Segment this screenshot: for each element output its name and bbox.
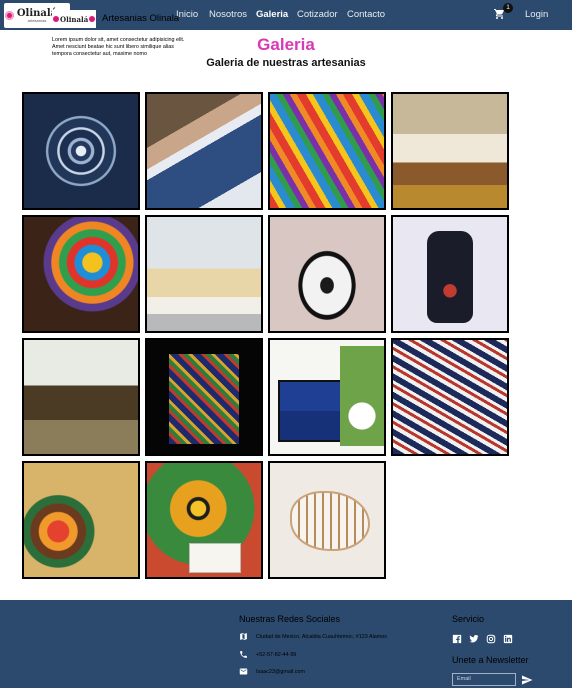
newsletter-heading: Unete a Newsletter xyxy=(452,655,529,665)
email-row: Isaac23@gmail.com xyxy=(239,667,305,676)
flower-icon xyxy=(5,11,14,20)
footer-description: Lorem ipsum dolor sit, amet consectetur … xyxy=(52,37,185,58)
flower-icon xyxy=(89,16,96,22)
gallery-item-3[interactable] xyxy=(268,92,386,210)
cart-count-badge: 1 xyxy=(503,3,513,13)
flower-icon xyxy=(53,16,59,22)
gallery-item-15[interactable] xyxy=(268,461,386,579)
gallery-item-7[interactable] xyxy=(268,215,386,333)
footer-brand: Artesanias Olinala xyxy=(102,13,180,24)
gallery-item-2[interactable] xyxy=(145,92,263,210)
blue-box xyxy=(278,380,348,442)
mail-icon xyxy=(239,668,248,675)
phone-text: +52-57-82-44-99 xyxy=(256,651,297,658)
bottle-shape xyxy=(427,231,473,323)
footer-logo[interactable]: Olinalá xyxy=(52,10,96,28)
email-text: Isaac23@gmail.com xyxy=(256,668,305,675)
newsletter-email-input[interactable]: Email xyxy=(452,673,516,686)
service-heading: Servicio xyxy=(452,614,485,624)
login-link[interactable]: Login xyxy=(525,9,548,20)
gallery-item-9[interactable] xyxy=(22,338,140,456)
facebook-icon[interactable] xyxy=(452,631,462,644)
map-icon xyxy=(240,633,247,640)
gallery-item-1[interactable] xyxy=(22,92,140,210)
nav-link-galeria[interactable]: Galeria xyxy=(256,9,288,20)
painted-panel xyxy=(169,354,239,444)
page-subtitle: Galeria de nuestras artesanias xyxy=(206,57,366,69)
gallery-item-8[interactable] xyxy=(391,215,509,333)
send-icon[interactable] xyxy=(521,674,533,686)
gallery-item-14[interactable] xyxy=(145,461,263,579)
nav-link-inicio[interactable]: Inicio xyxy=(176,9,198,20)
gallery-item-12[interactable] xyxy=(391,338,509,456)
nav-link-contacto[interactable]: Contacto xyxy=(347,9,385,20)
gallery-item-11[interactable] xyxy=(268,338,386,456)
footer-logo-title: Olinalá xyxy=(60,14,89,24)
gallery-item-13[interactable] xyxy=(22,461,140,579)
social-icons xyxy=(452,631,513,644)
linkedin-icon[interactable] xyxy=(503,631,513,644)
white-box xyxy=(189,543,241,573)
twitter-icon[interactable] xyxy=(469,631,479,643)
address-row: Ciudad de Mexico, Alcaldia Cuauhtemoc, #… xyxy=(239,632,387,641)
phone-icon xyxy=(240,651,247,658)
phone-row: +52-57-82-44-99 xyxy=(239,650,296,659)
gallery-item-5[interactable] xyxy=(22,215,140,333)
flowers xyxy=(340,346,384,446)
nav-link-cotizador[interactable]: Cotizador xyxy=(297,9,338,20)
instagram-icon[interactable] xyxy=(486,631,496,644)
gallery-item-10[interactable] xyxy=(145,338,263,456)
address-text: Ciudad de Mexico, Alcaldia Cuauhtemoc, #… xyxy=(256,633,387,640)
nav-link-nosotros[interactable]: Nosotros xyxy=(209,9,247,20)
social-heading: Nuestras Redes Sociales xyxy=(239,614,341,624)
gallery-item-4[interactable] xyxy=(391,92,509,210)
gallery-item-6[interactable] xyxy=(145,215,263,333)
